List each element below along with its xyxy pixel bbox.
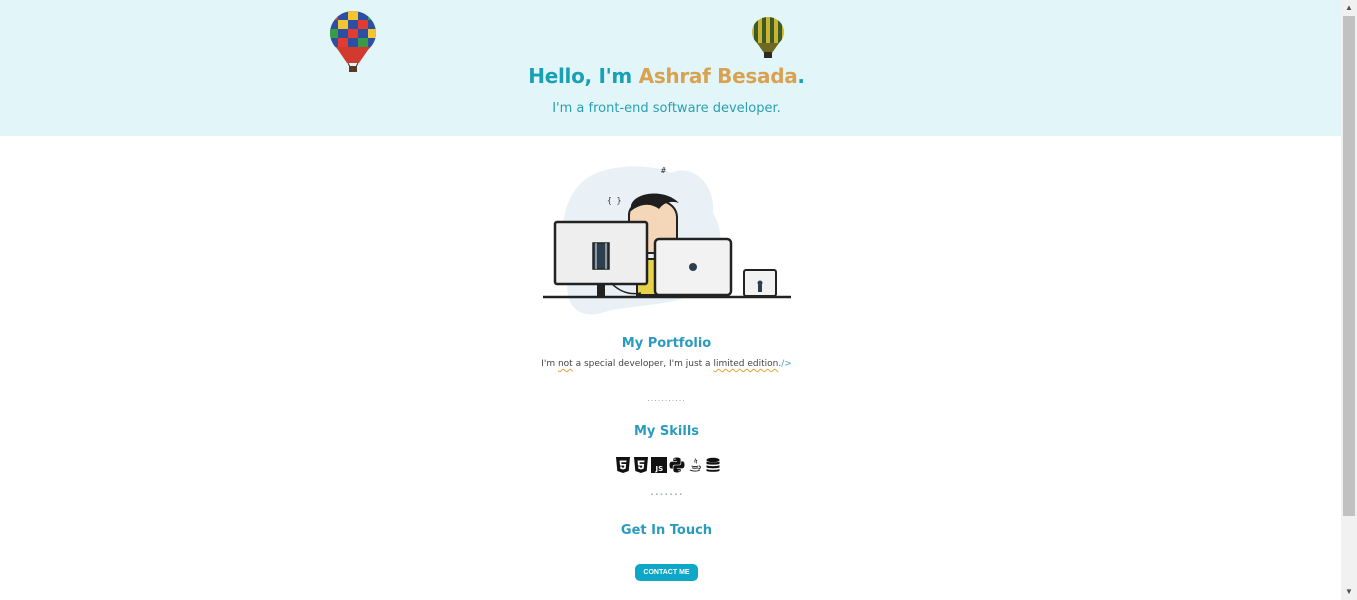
scroll-up-arrow-icon[interactable]: ▲ <box>1341 0 1357 16</box>
page: Hello, I'm Ashraf Besada. I'm a front-en… <box>0 0 1341 600</box>
hero-title: Hello, I'm Ashraf Besada. <box>528 64 805 88</box>
html5-icon <box>616 457 630 473</box>
contact-title: Get In Touch <box>620 523 713 538</box>
javascript-icon: JS <box>651 457 667 473</box>
portfolio-quote: I'm not a special developer, I'm just a … <box>541 359 792 369</box>
css3-icon <box>634 457 648 473</box>
svg-text:{ }: { } <box>607 196 621 205</box>
divider-squares: ▪ ▪ ▪ ▪ ▪ ▪ ▪ <box>650 492 683 498</box>
java-icon <box>689 458 701 472</box>
contact-me-button[interactable]: CONTACT ME <box>635 564 698 581</box>
hero-name: Ashraf Besada <box>638 64 798 88</box>
scrollbar-thumb[interactable] <box>1343 16 1355 516</box>
python-icon <box>669 457 685 473</box>
scroll-down-arrow-icon[interactable]: ▼ <box>1341 584 1357 600</box>
skills-icons: JS <box>615 457 721 473</box>
hero-header: Hello, I'm Ashraf Besada. I'm a front-en… <box>0 0 1341 136</box>
svg-text:#: # <box>661 166 666 175</box>
hot-air-balloon-icon <box>752 17 784 58</box>
hero-tagline: I'm a front-end software developer. <box>552 101 781 116</box>
svg-text:JS: JS <box>655 465 664 473</box>
developer-illustration: { } # <box>543 166 791 315</box>
skills-title: My Skills <box>633 424 700 439</box>
divider-dots: ........... <box>647 393 686 403</box>
portfolio-title: My Portfolio <box>621 336 712 351</box>
database-icon <box>706 457 720 472</box>
vertical-scrollbar[interactable]: ▲ ▼ <box>1341 0 1357 600</box>
